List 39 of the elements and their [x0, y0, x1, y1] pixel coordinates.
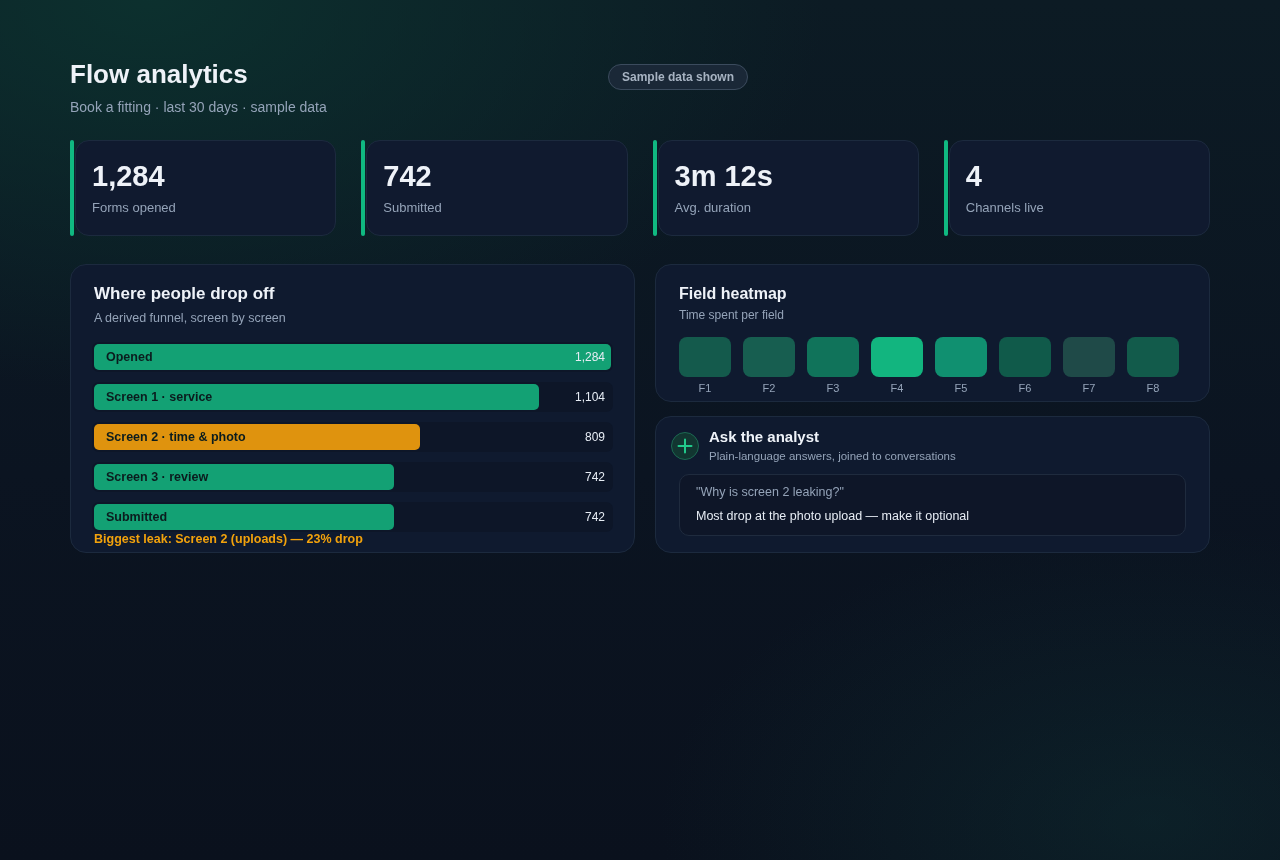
leak-note: Biggest leak: Screen 2 (uploads) — 23% drop — [94, 532, 364, 547]
plus-icon — [671, 432, 699, 460]
bar-label: Opened — [106, 350, 153, 364]
stat-value: 3m 12s — [674, 159, 774, 193]
bar-value: 742 — [584, 510, 605, 524]
page-title: Flow analytics — [70, 58, 249, 90]
field-label: F5 — [954, 382, 968, 395]
bar-label: Screen 1 · service — [106, 390, 213, 404]
panel-subtitle: Time spent per field — [679, 308, 785, 323]
field-label: F1 — [698, 382, 712, 395]
field-label: F2 — [762, 382, 776, 395]
panel-title: Ask the analyst — [709, 428, 821, 446]
field-label: F6 — [1018, 382, 1032, 395]
stat-value: 4 — [965, 159, 983, 193]
stat-label: Submitted — [383, 200, 443, 216]
stat-label: Forms opened — [92, 200, 177, 216]
bar-label: Screen 3 · review — [106, 470, 209, 484]
field-label: F3 — [826, 382, 840, 395]
sample-data-badge: Sample data shown — [607, 64, 748, 90]
panel-title: Where people drop off — [94, 283, 276, 305]
bar-value: 1,104 — [574, 390, 605, 404]
bar-label: Submitted — [106, 510, 168, 524]
stat-value: 1,284 — [92, 159, 166, 193]
stat-label: Channels live — [965, 200, 1045, 216]
bar-value: 809 — [584, 430, 605, 444]
field-label: F4 — [890, 382, 904, 395]
bar-value: 1,284 — [574, 350, 605, 364]
panel-title: Field heatmap — [679, 284, 788, 304]
answer-text: Most drop at the photo upload — make it optional — [696, 508, 971, 524]
stat-value: 742 — [383, 159, 433, 193]
panel-subtitle: A derived funnel, screen by screen — [94, 310, 287, 326]
field-label: F8 — [1146, 382, 1160, 395]
panel-subtitle: Plain-language answers, joined to conversations — [709, 449, 956, 463]
field-label: F7 — [1082, 382, 1096, 395]
stat-label: Avg. duration — [674, 200, 752, 216]
bar-label: Screen 2 · time & photo — [106, 430, 246, 444]
bar-value: 742 — [584, 470, 605, 484]
page-subtitle: Book a fitting · last 30 days · sample data — [70, 98, 327, 116]
question-text: "Why is screen 2 leaking?" — [696, 484, 845, 500]
